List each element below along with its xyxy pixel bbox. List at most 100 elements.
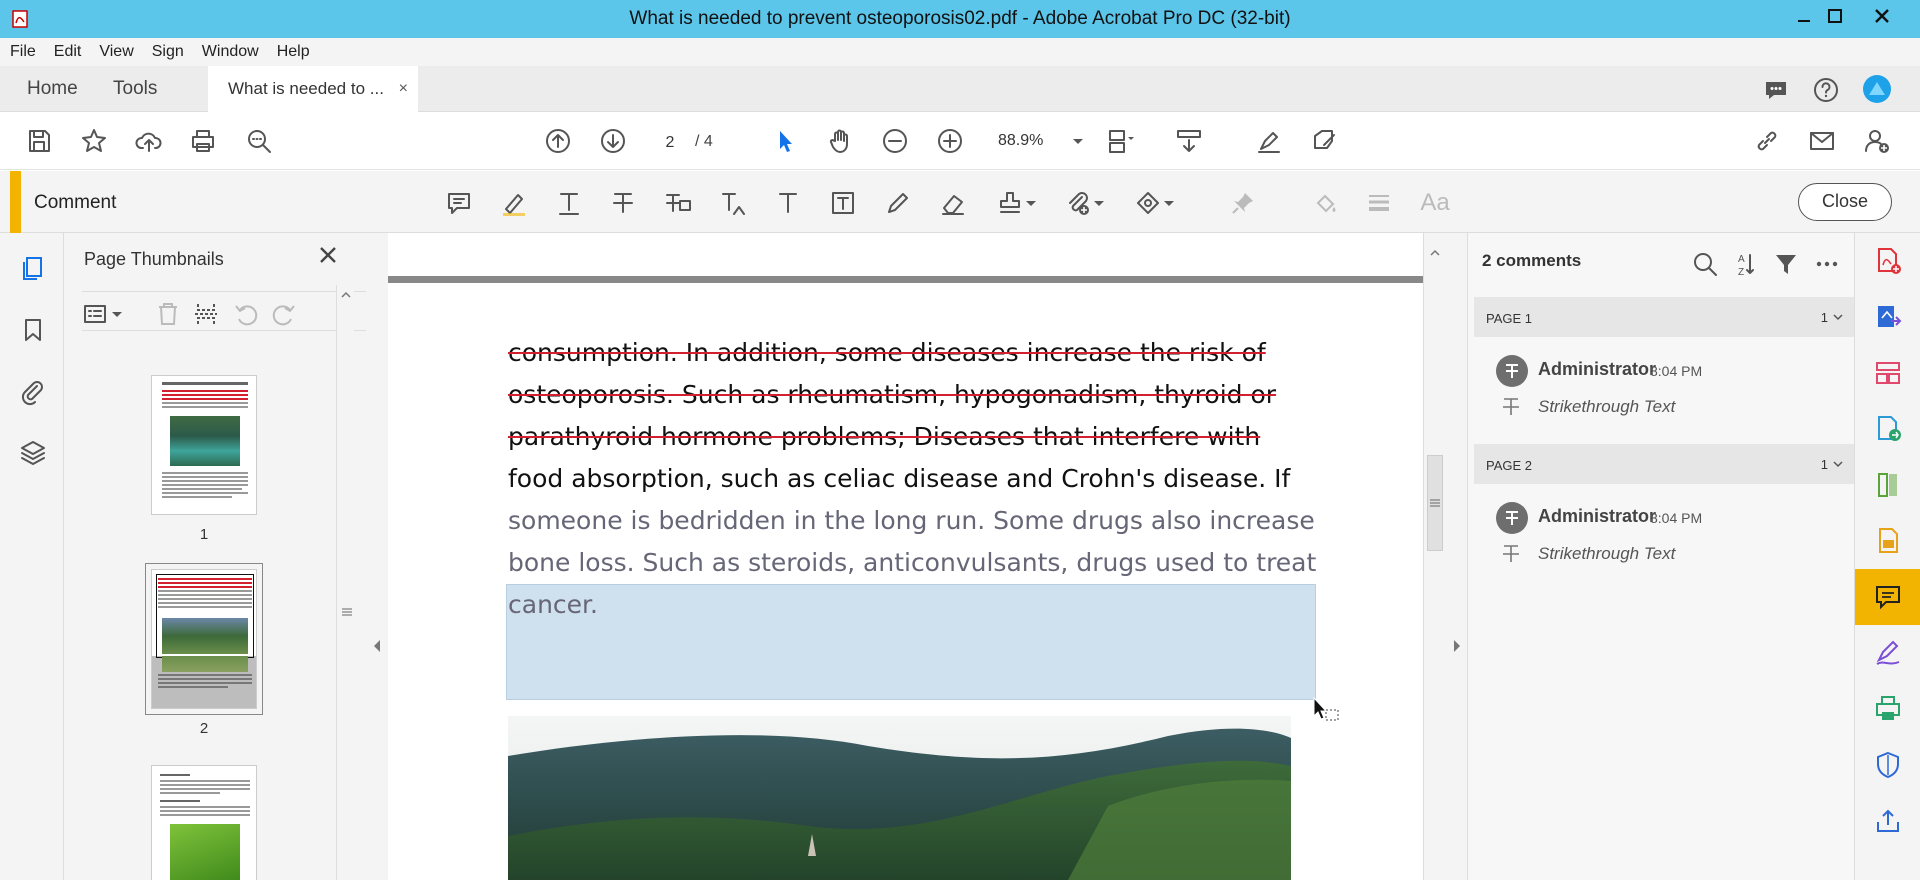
tab-home[interactable]: Home — [27, 66, 78, 112]
save-icon[interactable] — [24, 126, 54, 156]
selected-line-2[interactable]: bone loss. Such as steroids, anticonvuls… — [508, 542, 1328, 584]
send-for-review-icon[interactable] — [1855, 401, 1920, 457]
thumbnail-options-dropdown-icon[interactable] — [110, 300, 124, 328]
text-box-icon[interactable] — [828, 188, 858, 218]
selected-line-3[interactable]: cancer. — [508, 584, 1328, 626]
tab-document[interactable]: What is needed to ... × — [208, 66, 418, 112]
bookmark-star-icon[interactable] — [79, 126, 109, 156]
email-icon[interactable] — [1807, 126, 1837, 156]
rotate-counterclockwise-icon[interactable] — [232, 300, 260, 328]
page-thumbnail-3[interactable] — [151, 765, 257, 880]
attach-file-icon[interactable] — [1063, 188, 1093, 218]
create-pdf-icon[interactable] — [1855, 233, 1920, 289]
right-panel-splitter[interactable] — [1445, 233, 1467, 880]
document-view[interactable]: consumption. In addition, some diseases … — [388, 233, 1423, 880]
layers-icon[interactable] — [18, 437, 48, 467]
insert-page-icon[interactable] — [192, 300, 220, 328]
tab-tools[interactable]: Tools — [113, 66, 157, 112]
menu-sign[interactable]: Sign — [152, 43, 184, 61]
print-production-icon[interactable] — [1855, 681, 1920, 737]
fill-color-icon[interactable] — [1310, 188, 1340, 218]
menu-help[interactable]: Help — [277, 43, 310, 61]
comment-item[interactable]: Administrator 8:04 PM Strikethrough Text — [1488, 490, 1828, 600]
chevron-down-icon[interactable] — [1832, 311, 1844, 323]
highlight-icon[interactable] — [499, 188, 529, 218]
zoom-dropdown-chevron-icon[interactable] — [1068, 126, 1088, 156]
line-weight-icon[interactable] — [1364, 188, 1394, 218]
protect-shield-icon[interactable] — [1855, 737, 1920, 793]
page-thumbnail-2[interactable] — [151, 569, 257, 709]
page-display-icon[interactable] — [1105, 126, 1135, 156]
sort-az-icon[interactable]: AZ — [1732, 251, 1758, 277]
attach-dropdown-icon[interactable] — [1091, 188, 1107, 218]
replace-text-icon[interactable] — [663, 188, 693, 218]
menu-edit[interactable]: Edit — [54, 43, 82, 61]
zoom-level[interactable]: 88.9% — [998, 132, 1043, 150]
help-icon[interactable] — [1812, 76, 1840, 104]
selected-line-1[interactable]: someone is bedridden in the long run. So… — [508, 500, 1328, 542]
shapes-dropdown-icon[interactable] — [1161, 188, 1177, 218]
menu-window[interactable]: Window — [202, 43, 259, 61]
document-scrollbar[interactable] — [1423, 233, 1445, 880]
close-panel-icon[interactable] — [316, 243, 340, 267]
thumbnail-panel-grip-icon[interactable] — [340, 603, 354, 616]
bookmarks-icon[interactable] — [18, 315, 48, 345]
add-text-comment-icon[interactable] — [773, 188, 803, 218]
search-comments-icon[interactable] — [1692, 251, 1718, 277]
fill-sign-pen-icon[interactable] — [1254, 126, 1284, 156]
doc-scroll-grip-icon[interactable] — [1428, 498, 1442, 508]
scroll-up-icon[interactable] — [340, 289, 352, 301]
organize-pages-icon[interactable] — [1855, 345, 1920, 401]
maximize-button[interactable] — [1813, 0, 1857, 32]
delete-page-icon[interactable] — [154, 300, 182, 328]
zoom-in-icon[interactable] — [935, 126, 965, 156]
hand-tool-icon[interactable] — [825, 126, 855, 156]
attachments-paperclip-icon[interactable] — [18, 377, 48, 407]
print-icon[interactable] — [188, 126, 218, 156]
select-cursor-icon[interactable] — [770, 126, 800, 156]
cloud-upload-icon[interactable] — [134, 126, 164, 156]
doc-scroll-up-icon[interactable] — [1429, 247, 1441, 259]
share-link-icon[interactable] — [1752, 126, 1782, 156]
menu-file[interactable]: File — [10, 43, 36, 61]
struck-line-1[interactable]: consumption. In addition, some diseases … — [508, 332, 1328, 374]
page-thumbnails-icon[interactable] — [18, 253, 48, 283]
strikethrough-text-icon[interactable] — [608, 188, 638, 218]
chevron-down-icon[interactable] — [1832, 458, 1844, 470]
collapse-left-arrow-icon[interactable] — [372, 639, 382, 653]
export-pdf-icon[interactable] — [1855, 289, 1920, 345]
scroll-mode-icon[interactable] — [1174, 126, 1204, 156]
underline-text-icon[interactable] — [554, 188, 584, 218]
comment-item[interactable]: Administrator 8:04 PM Strikethrough Text — [1488, 343, 1828, 453]
next-page-icon[interactable] — [598, 126, 628, 156]
struck-line-2[interactable]: osteoporosis. Such as rheumatism, hypogo… — [508, 374, 1328, 416]
menu-view[interactable]: View — [99, 43, 133, 61]
close-comment-button[interactable]: Close — [1798, 183, 1892, 221]
close-window-button[interactable] — [1860, 0, 1904, 32]
struck-line-3[interactable]: parathyroid hormone problems; Diseases t… — [508, 416, 1328, 458]
page-number-input[interactable]: 2 — [652, 128, 688, 156]
text-properties-icon[interactable]: Aa — [1420, 188, 1450, 218]
thumbnails-scrollbar[interactable] — [336, 285, 354, 880]
comment-tool-icon[interactable] — [1855, 569, 1920, 625]
account-avatar-icon[interactable] — [1862, 74, 1892, 104]
more-options-icon[interactable] — [1814, 251, 1840, 277]
filter-icon[interactable] — [1773, 251, 1799, 277]
sticky-note-icon[interactable] — [444, 188, 474, 218]
add-person-icon[interactable] — [1862, 126, 1892, 156]
text-line-4[interactable]: food absorption, such as celiac disease … — [508, 458, 1328, 500]
thumbnail-options-icon[interactable] — [82, 300, 110, 328]
share-upload-icon[interactable] — [1855, 793, 1920, 849]
pin-icon[interactable] — [1228, 188, 1258, 218]
find-text-icon[interactable] — [244, 126, 274, 156]
comments-chat-icon[interactable] — [1762, 76, 1790, 104]
left-panel-splitter[interactable] — [366, 233, 388, 880]
drawing-shapes-icon[interactable] — [1133, 188, 1163, 218]
eraser-icon[interactable] — [938, 188, 968, 218]
stamp-dropdown-icon[interactable] — [1023, 188, 1039, 218]
tab-close-icon[interactable]: × — [399, 80, 408, 98]
zoom-out-icon[interactable] — [880, 126, 910, 156]
rotate-clockwise-icon[interactable] — [270, 300, 298, 328]
compare-files-icon[interactable] — [1855, 457, 1920, 513]
previous-page-icon[interactable] — [543, 126, 573, 156]
